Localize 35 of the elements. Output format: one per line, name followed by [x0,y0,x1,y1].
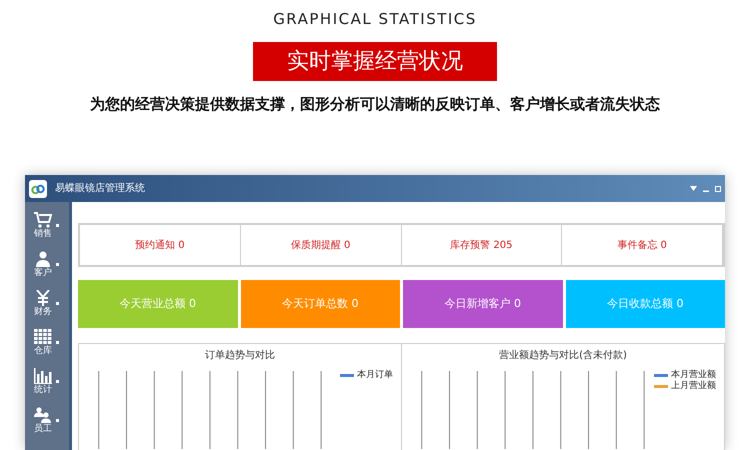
caret-icon [56,302,59,305]
sidebar-item[interactable]: 统计 [25,364,69,399]
cart-icon [34,212,52,228]
app-logo-icon [29,180,47,198]
caret-icon [56,224,59,227]
person-icon [34,250,52,266]
headline-banner: 实时掌握经营状况 [253,42,497,81]
sidebar-item[interactable]: 销售 [25,208,69,243]
notice-cell[interactable]: 库存预警 205 [402,225,562,265]
caret-icon [56,419,59,422]
stat-tile[interactable]: 今日新增客户 0 [403,280,562,328]
notice-cell[interactable]: 保质期提醒 0 [240,225,402,265]
yen-icon [34,290,52,306]
window-title: 易蝶眼镜店管理系统 [55,182,145,196]
chart-title: 订单趋势与对比 [204,350,276,362]
legend-label: 本月营业额 [671,370,716,380]
caret-icon [56,263,59,266]
page-description: 为您的经营决策提供数据支撑，图形分析可以清晰的反映订单、客户增长或者流失状态 [90,95,660,113]
people-icon [34,406,52,422]
sidebar-item[interactable]: 仓库 [25,325,69,360]
legend-label: 本月订单 [357,370,393,380]
maximize-icon[interactable] [715,186,721,192]
chart-title: 营业额趋势与对比(含未付款) [498,350,628,362]
notice-cell[interactable]: 事件备忘 0 [562,225,723,265]
sidebar-item[interactable]: 员工 [25,403,69,438]
sidebar-item[interactable]: 财务 [25,286,69,321]
caret-icon [56,380,59,383]
notice-cell[interactable]: 预约通知 0 [80,225,241,265]
caret-icon [56,341,59,344]
page-subheading: GRAPHICAL STATISTICS [273,10,477,27]
dropdown-icon[interactable] [690,186,697,191]
grid-icon [34,328,52,344]
bar-chart-icon [34,368,52,384]
sidebar-item[interactable]: 客户 [25,247,69,282]
legend-label: 上月营业额 [671,381,716,391]
